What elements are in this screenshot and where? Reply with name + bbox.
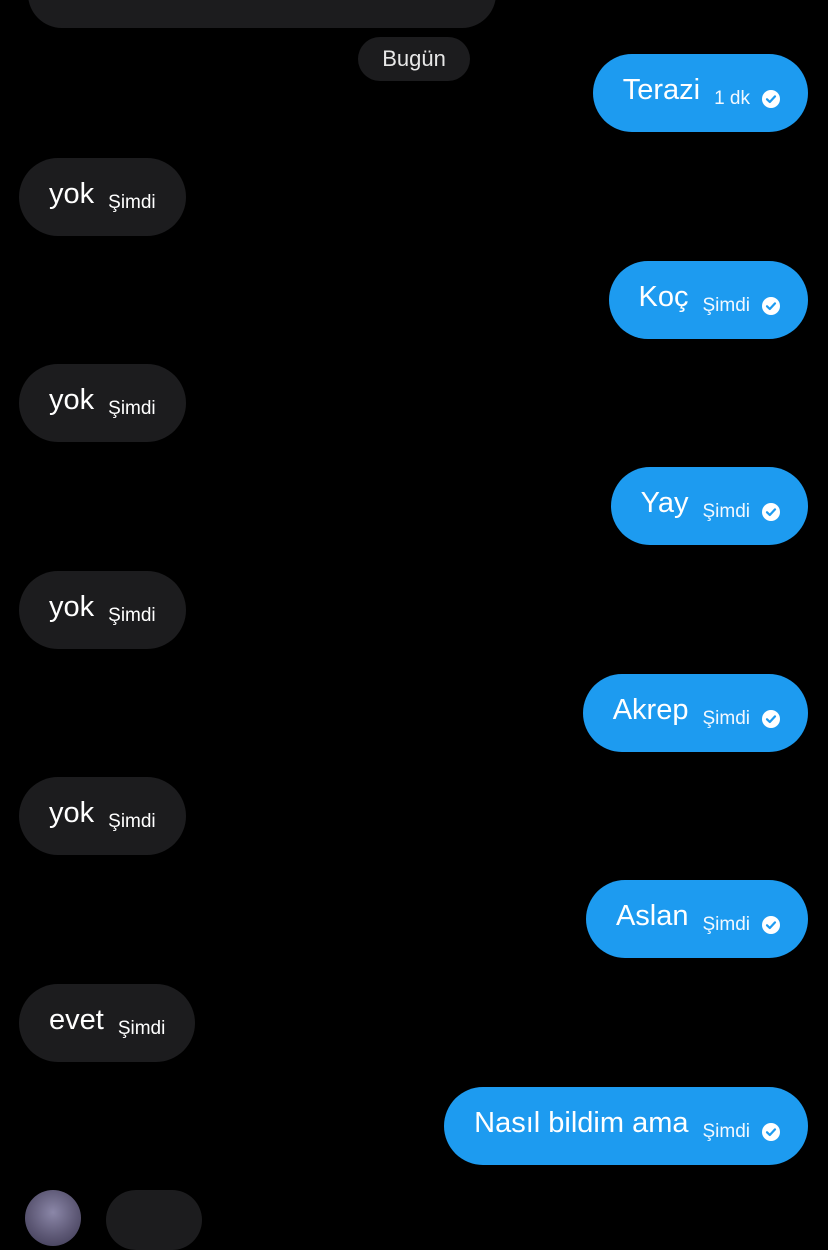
- sent-check-icon: [762, 503, 780, 521]
- sent-message[interactable]: Aslan Şimdi: [585, 880, 808, 958]
- message-text: Aslan: [615, 899, 689, 932]
- message-time: Şimdi: [702, 708, 750, 729]
- date-separator: Bugün: [358, 37, 470, 81]
- message-text: Koç: [638, 280, 689, 313]
- message-text: Akrep: [612, 693, 689, 726]
- date-separator-label: Bugün: [382, 46, 446, 71]
- message-text: Yay: [640, 486, 689, 519]
- message-time: Şimdi: [108, 192, 156, 213]
- sent-check-icon: [762, 710, 780, 728]
- sent-message[interactable]: Koç Şimdi: [608, 261, 808, 339]
- sent-check-icon: [762, 297, 780, 315]
- message-time: Şimdi: [702, 295, 750, 316]
- message-text: yok: [49, 383, 95, 416]
- sent-message[interactable]: Akrep Şimdi: [582, 674, 808, 752]
- sent-check-icon: [762, 916, 780, 934]
- message-text: evet: [49, 1003, 104, 1036]
- received-message[interactable]: evet Şimdi: [19, 984, 196, 1062]
- avatar[interactable]: [25, 1190, 81, 1246]
- message-time: Şimdi: [702, 914, 750, 935]
- received-message[interactable]: yok Şimdi: [19, 571, 186, 649]
- message-time: Şimdi: [108, 811, 156, 832]
- message-time: 1 dk: [714, 88, 750, 109]
- message-text: Nasıl bildim ama: [474, 1106, 689, 1139]
- message-time: Şimdi: [702, 501, 750, 522]
- message-time: Şimdi: [108, 605, 156, 626]
- message-time: Şimdi: [702, 1121, 750, 1142]
- message-text: yok: [49, 590, 95, 623]
- message-time: Şimdi: [108, 398, 156, 419]
- next-message-bubble[interactable]: [106, 1190, 202, 1250]
- sent-check-icon: [762, 90, 780, 108]
- message-text: Terazi: [622, 73, 701, 106]
- sent-message[interactable]: Terazi 1 dk: [592, 54, 808, 132]
- previous-message-bubble[interactable]: [28, 0, 496, 28]
- received-message[interactable]: yok Şimdi: [19, 158, 186, 236]
- message-text: yok: [49, 796, 95, 829]
- received-message[interactable]: yok Şimdi: [19, 777, 186, 855]
- sent-check-icon: [762, 1123, 780, 1141]
- received-message[interactable]: yok Şimdi: [19, 364, 186, 442]
- message-text: yok: [49, 177, 95, 210]
- message-time: Şimdi: [117, 1018, 166, 1039]
- sent-message[interactable]: Yay Şimdi: [610, 467, 808, 545]
- sent-message[interactable]: Nasıl bildim ama Şimdi: [444, 1087, 808, 1165]
- chat-thread: Bugün Terazi 1 dk yok Şimdi Koç Şimdi yo…: [0, 0, 828, 1250]
